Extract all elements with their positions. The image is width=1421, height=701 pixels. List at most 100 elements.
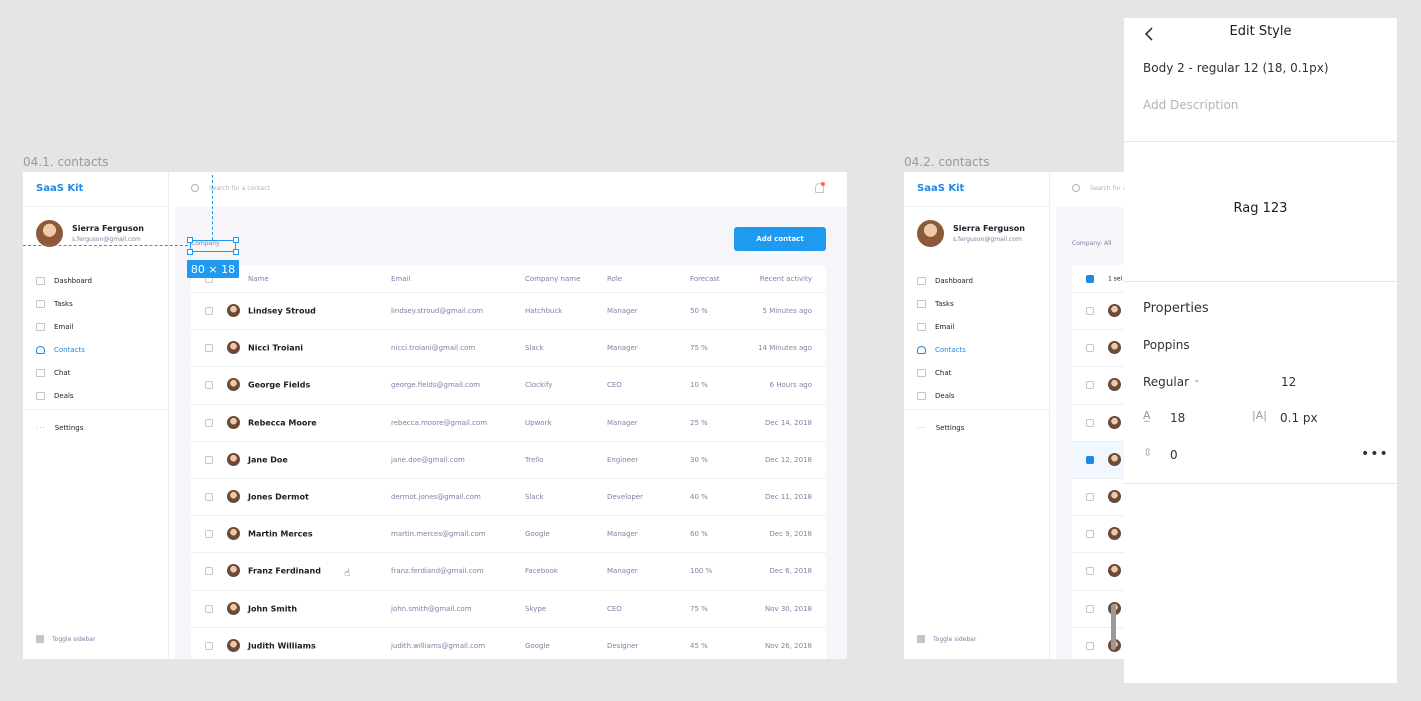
table-row[interactable]: Martin Merces martin.merces@gmail.com Goog… — [191, 516, 826, 554]
sidebar-item-contacts[interactable]: Contacts — [917, 338, 973, 361]
table-row[interactable] — [1072, 293, 1128, 331]
select-all-checkbox[interactable] — [1086, 274, 1094, 283]
sidebar-item-contacts[interactable]: Contacts — [36, 338, 92, 361]
avatar — [1108, 415, 1121, 429]
sidebar-item-email[interactable]: Email — [917, 315, 973, 338]
table-row[interactable] — [1072, 330, 1128, 368]
resize-handle[interactable] — [187, 249, 193, 255]
table-row[interactable] — [1072, 479, 1128, 517]
table-row[interactable]: George Fields george.fields@gmail.com Cloc… — [191, 367, 826, 405]
column-header-email[interactable]: Email — [391, 275, 410, 283]
line-height-icon: A̲ — [1143, 409, 1151, 422]
sidebar-item-dashboard[interactable]: Dashboard — [917, 269, 973, 292]
font-weight-select[interactable]: Regular — [1143, 375, 1189, 389]
contact-name[interactable]: Judith Williams — [248, 641, 316, 650]
column-header-forecast[interactable]: Forecast — [690, 275, 720, 283]
table-row[interactable]: Jones Dermot dermot.jones@gmail.com Slack D… — [191, 479, 826, 517]
row-checkbox[interactable] — [205, 493, 213, 502]
table-row[interactable]: Lindsey Stroud lindsey.stroud@gmail.com Ha… — [191, 293, 826, 331]
style-name-input[interactable]: Body 2 - regular 12 (18, 0.1px) — [1143, 61, 1329, 75]
sidebar-item-settings[interactable]: ··· Settings — [917, 424, 964, 432]
paragraph-spacing-input[interactable]: 0 — [1170, 448, 1178, 462]
contact-name[interactable]: John Smith — [248, 604, 297, 613]
row-checkbox[interactable] — [1086, 307, 1094, 316]
resize-handle[interactable] — [233, 249, 239, 255]
sidebar-item-deals[interactable]: Deals — [917, 384, 973, 407]
resize-handle[interactable] — [187, 237, 193, 243]
resize-handle[interactable] — [233, 237, 239, 243]
row-checkbox[interactable] — [1086, 455, 1094, 464]
table-row[interactable] — [1072, 591, 1128, 628]
column-header-activity[interactable]: Recent activity — [760, 275, 812, 283]
row-checkbox[interactable] — [205, 381, 213, 390]
scrollbar[interactable] — [1111, 604, 1116, 650]
sidebar-item-dashboard[interactable]: Dashboard — [36, 269, 92, 292]
sidebar-item-tasks[interactable]: Tasks — [36, 292, 92, 315]
contact-name[interactable]: Franz Ferdinand — [248, 567, 321, 576]
row-checkbox[interactable] — [205, 530, 213, 539]
contact-name[interactable]: Jane Doe — [248, 455, 288, 464]
table-row[interactable]: Rebecca Moore rebecca.moore@gmail.com Upwo… — [191, 405, 826, 442]
table-row[interactable]: Judith Williams judith.williams@gmail.com… — [191, 628, 826, 659]
row-checkbox[interactable] — [1086, 604, 1094, 613]
more-options-icon[interactable]: ••• — [1361, 446, 1389, 462]
table-row[interactable]: Jane Doe jane.doe@gmail.com Trello Engineer… — [191, 442, 826, 479]
avatar[interactable] — [917, 220, 944, 247]
row-checkbox[interactable] — [205, 604, 213, 613]
column-header-name[interactable]: Name — [248, 275, 269, 283]
chevron-down-icon[interactable]: ⌄ — [1193, 375, 1201, 385]
table-row[interactable]: Nicci Troiani nicci.troiani@gmail.com Slac… — [191, 330, 826, 368]
avatar[interactable] — [36, 220, 63, 247]
row-checkbox[interactable] — [205, 641, 213, 650]
table-row[interactable] — [1072, 441, 1128, 479]
row-checkbox[interactable] — [1086, 493, 1094, 502]
company-filter[interactable]: Company: All — [1072, 240, 1111, 247]
search-input[interactable]: Search for a contact — [209, 185, 270, 192]
search-input[interactable]: Search for a contact — [1090, 185, 1128, 192]
letter-spacing-input[interactable]: 0.1 px — [1280, 411, 1318, 425]
row-checkbox[interactable] — [205, 418, 213, 427]
toggle-sidebar-button[interactable]: Toggle sidebar — [917, 635, 976, 643]
contact-name[interactable]: Jones Dermot — [248, 493, 309, 502]
row-checkbox[interactable] — [1086, 641, 1094, 650]
column-header-role[interactable]: Role — [607, 275, 622, 283]
line-height-input[interactable]: 18 — [1170, 411, 1185, 425]
contact-name[interactable]: Martin Merces — [248, 530, 313, 539]
contact-name[interactable]: George Fields — [248, 381, 310, 390]
contact-name[interactable]: Nicci Troiani — [248, 344, 303, 353]
contact-email: george.fields@gmail.com — [391, 381, 481, 390]
table-row[interactable]: Franz Ferdinand franz.ferdiand@gmail.com F… — [191, 553, 826, 591]
contact-name[interactable]: Rebecca Moore — [248, 418, 317, 427]
sidebar-item-settings[interactable]: ··· Settings — [36, 424, 83, 432]
contact-name[interactable]: Lindsey Stroud — [248, 307, 316, 316]
table-row[interactable] — [1072, 553, 1128, 591]
sidebar-item-tasks[interactable]: Tasks — [917, 292, 973, 315]
row-checkbox[interactable] — [205, 567, 213, 576]
column-header-company[interactable]: Company name — [525, 275, 580, 283]
row-checkbox[interactable] — [205, 344, 213, 353]
table-row[interactable] — [1072, 628, 1128, 659]
sidebar-item-email[interactable]: Email — [36, 315, 92, 338]
font-family-select[interactable]: Poppins — [1143, 338, 1190, 352]
row-checkbox[interactable] — [1086, 344, 1094, 353]
font-size-input[interactable]: 12 — [1281, 375, 1296, 389]
table-row[interactable] — [1072, 516, 1128, 554]
sidebar-item-deals[interactable]: Deals — [36, 384, 92, 407]
table-row[interactable] — [1072, 405, 1128, 442]
selection-box[interactable] — [190, 240, 236, 252]
brand-logo[interactable]: SaaS Kit — [917, 183, 964, 194]
row-checkbox[interactable] — [1086, 530, 1094, 539]
table-row[interactable] — [1072, 367, 1128, 405]
row-checkbox[interactable] — [205, 455, 213, 464]
brand-logo[interactable]: SaaS Kit — [36, 183, 83, 194]
row-checkbox[interactable] — [1086, 567, 1094, 576]
sidebar-item-chat[interactable]: Chat — [917, 361, 973, 384]
row-checkbox[interactable] — [205, 307, 213, 316]
add-contact-button[interactable]: Add contact — [734, 227, 826, 251]
description-input[interactable]: Add Description — [1143, 98, 1238, 112]
row-checkbox[interactable] — [1086, 418, 1094, 427]
table-row[interactable]: John Smith john.smith@gmail.com Skype CEO 75… — [191, 591, 826, 628]
row-checkbox[interactable] — [1086, 381, 1094, 390]
toggle-sidebar-button[interactable]: Toggle sidebar — [36, 635, 95, 643]
sidebar-item-chat[interactable]: Chat — [36, 361, 92, 384]
